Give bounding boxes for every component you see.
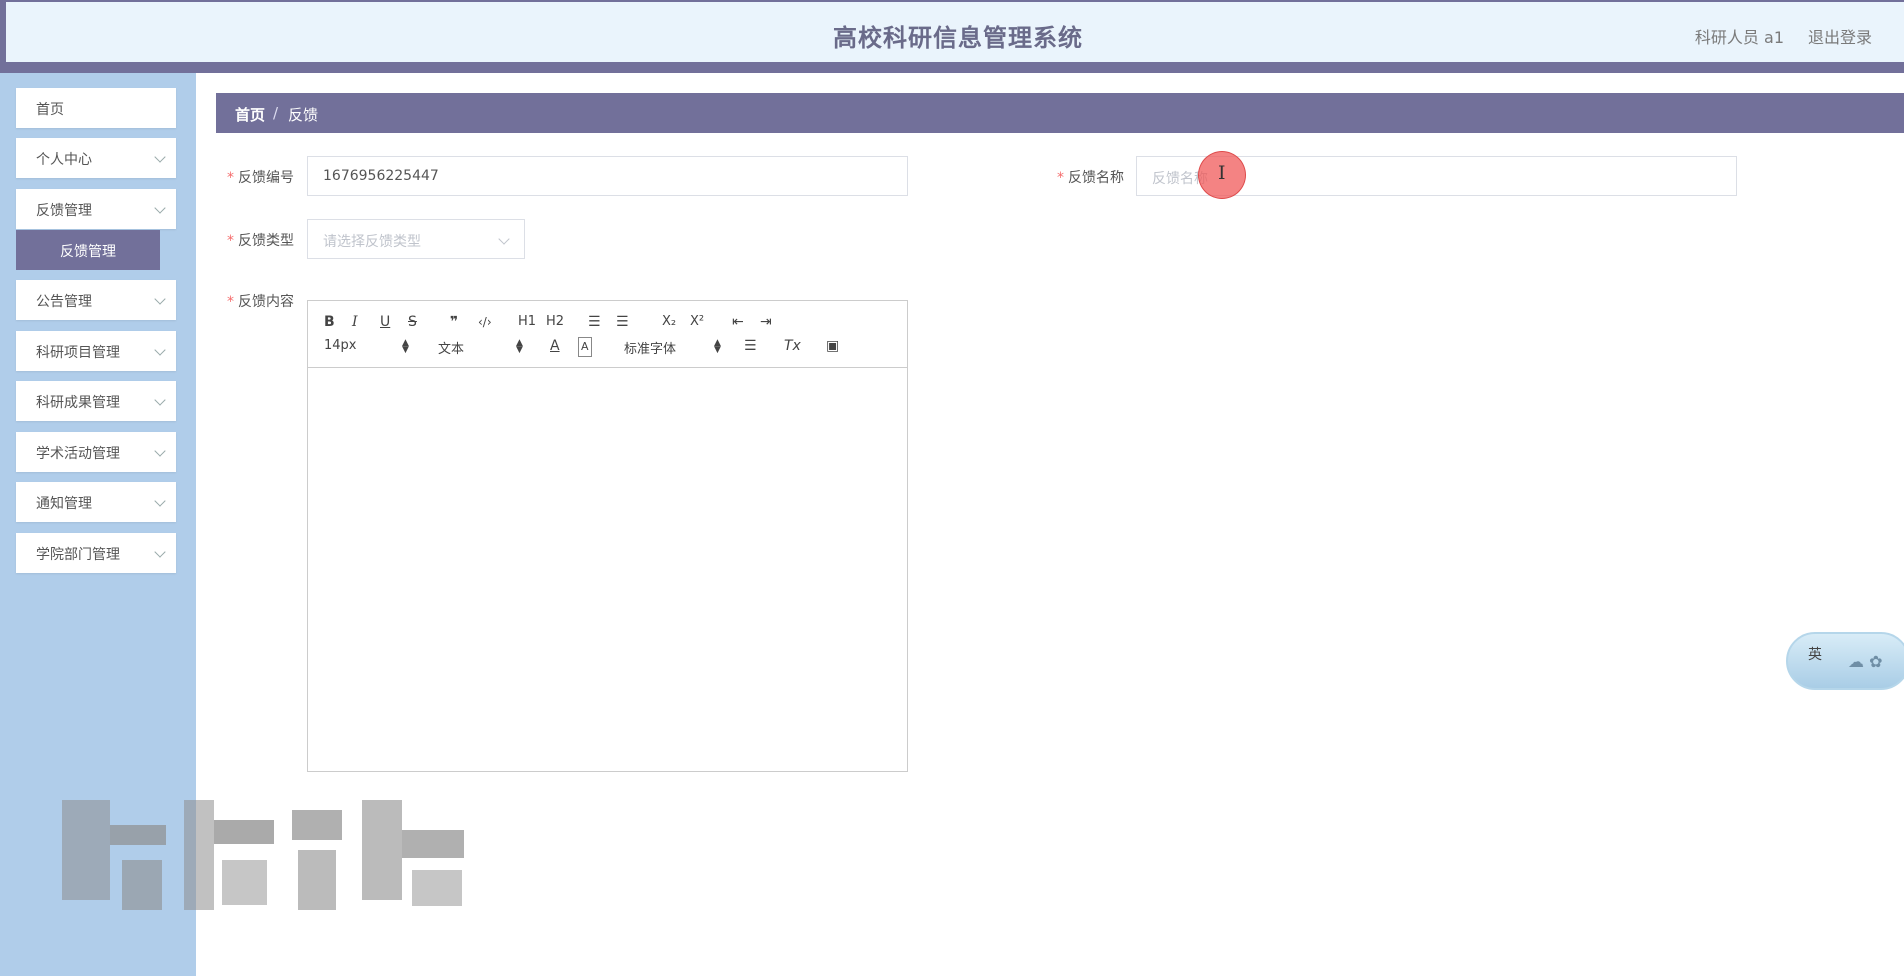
required-asterisk: * [227, 233, 234, 249]
breadcrumb-separator: / [273, 104, 279, 122]
chevron-down-icon [154, 546, 166, 558]
submenu-item-feedback-manage[interactable]: 反馈管理 [16, 230, 160, 270]
updown-icon: ▲ ▼ [402, 338, 409, 355]
superscript-button[interactable]: X² [690, 313, 704, 331]
updown-icon: ▲ ▼ [516, 338, 523, 355]
updown-icon: ▲ ▼ [714, 338, 721, 355]
sidebar-item-label: 公告管理 [36, 294, 92, 310]
chevron-down-icon [154, 394, 166, 406]
breadcrumb-home-link[interactable]: 首页 [235, 104, 265, 125]
feedback-content-label: * 反馈内容 [227, 294, 294, 310]
top-header: 高校科研信息管理系统 科研人员 a1 退出登录 [0, 0, 1904, 63]
font-family-select[interactable]: 标准字体 ▲ ▼ [624, 338, 724, 358]
breadcrumb-current: 反馈 [288, 106, 319, 124]
pixelated-watermark [62, 800, 482, 918]
feedback-name-label: * 反馈名称 [1057, 170, 1124, 186]
sidebar-item-label: 首页 [36, 102, 64, 118]
feedback-no-label: * 反馈编号 [227, 170, 294, 186]
user-info: 科研人员 a1 [1694, 28, 1784, 47]
sidebar-item-label: 反馈管理 [36, 203, 92, 219]
chevron-down-icon [154, 293, 166, 305]
h1-button[interactable]: H1 [518, 313, 536, 331]
strike-button[interactable]: S [408, 313, 417, 331]
logout-button[interactable]: 退出登录 [1808, 24, 1872, 48]
sidebar-item-label: 学术活动管理 [36, 446, 120, 462]
align-button[interactable]: ☰ [744, 337, 757, 355]
sidebar-item-home[interactable]: 首页 [16, 88, 176, 128]
underline-button[interactable]: U [380, 313, 390, 331]
header-select[interactable]: 文本 ▲ ▼ [438, 338, 528, 358]
editor-content-area[interactable] [308, 367, 907, 771]
ime-mode-label: 英 [1808, 647, 1822, 663]
font-size-select[interactable]: 14px ▲ ▼ [324, 338, 414, 355]
sidebar-item-feedback[interactable]: 反馈管理 [16, 189, 176, 229]
chevron-down-icon [154, 445, 166, 457]
feedback-type-placeholder: 请选择反馈类型 [323, 234, 421, 250]
required-asterisk: * [227, 170, 234, 186]
sidebar-item-research-project[interactable]: 科研项目管理 [16, 331, 176, 371]
sidebar-item-label: 科研项目管理 [36, 345, 120, 361]
required-asterisk: * [1057, 170, 1064, 186]
breadcrumb: 首页 / 反馈 [216, 93, 1904, 133]
sidebar-item-announcement[interactable]: 公告管理 [16, 280, 176, 320]
chevron-down-icon [154, 202, 166, 214]
feedback-type-select[interactable]: 请选择反馈类型 [307, 219, 525, 259]
sidebar-item-department[interactable]: 学院部门管理 [16, 533, 176, 573]
font-color-button[interactable]: A [550, 337, 560, 355]
chevron-down-icon [154, 151, 166, 163]
mouse-cursor-indicator [1198, 151, 1246, 199]
subscript-button[interactable]: X₂ [662, 313, 676, 331]
sidebar-item-notice[interactable]: 通知管理 [16, 482, 176, 522]
h2-button[interactable]: H2 [546, 313, 564, 331]
italic-button[interactable]: I [352, 313, 358, 331]
sidebar-item-profile[interactable]: 个人中心 [16, 138, 176, 178]
chevron-down-icon [498, 233, 510, 245]
feedback-no-input[interactable]: 1676956225447 [307, 156, 908, 196]
ime-floating-widget[interactable]: 英 ☁ ✿ [1786, 632, 1904, 690]
blockquote-button[interactable]: ❞ [450, 313, 458, 331]
chevron-down-icon [154, 495, 166, 507]
feedback-type-label: * 反馈类型 [227, 233, 294, 249]
sidebar-item-label: 通知管理 [36, 496, 92, 512]
image-button[interactable]: ▣ [826, 337, 839, 355]
header-select-value: 文本 [438, 342, 465, 357]
app-title: 高校科研信息管理系统 [833, 24, 1083, 52]
header-underline [0, 62, 1904, 73]
outdent-button[interactable]: ⇤ [732, 313, 744, 331]
required-asterisk: * [227, 294, 234, 310]
submenu-item-label: 反馈管理 [60, 244, 116, 260]
sidebar-item-academic-activity[interactable]: 学术活动管理 [16, 432, 176, 472]
sidebar-item-research-result[interactable]: 科研成果管理 [16, 381, 176, 421]
bullet-list-button[interactable]: ☰ [616, 313, 629, 331]
sidebar-item-label: 个人中心 [36, 152, 92, 168]
sidebar-item-label: 学院部门管理 [36, 547, 120, 563]
bold-button[interactable]: B [324, 313, 335, 331]
indent-button[interactable]: ⇥ [760, 313, 772, 331]
sidebar-item-label: 科研成果管理 [36, 395, 120, 411]
code-block-button[interactable]: ‹/› [478, 313, 492, 331]
ordered-list-button[interactable]: ☰ [588, 313, 601, 331]
editor-toolbar: B I U S ❞ ‹/› H1 H2 ☰ ☰ X₂ X² ⇤ ⇥ 14px ▲… [308, 301, 907, 368]
font-size-value: 14px [324, 338, 357, 353]
rich-text-editor: B I U S ❞ ‹/› H1 H2 ☰ ☰ X₂ X² ⇤ ⇥ 14px ▲… [307, 300, 908, 772]
background-color-button[interactable]: A [578, 337, 592, 357]
font-family-value: 标准字体 [624, 342, 677, 357]
ime-decoration-icon: ☁ ✿ [1848, 652, 1883, 671]
chevron-down-icon [154, 344, 166, 356]
clear-format-button[interactable]: Tx [784, 337, 801, 355]
